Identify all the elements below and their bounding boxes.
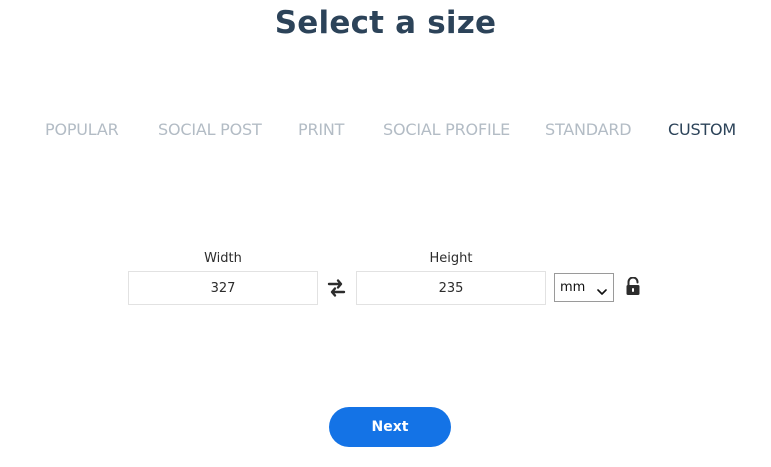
- chevron-down-icon: [597, 283, 607, 295]
- tab-custom[interactable]: CUSTOM: [668, 120, 736, 139]
- size-category-tabs: POPULAR SOCIAL POST PRINT SOCIAL PROFILE…: [0, 120, 771, 142]
- tab-standard[interactable]: STANDARD: [545, 120, 632, 139]
- swap-arrows-icon[interactable]: [326, 278, 347, 298]
- width-input[interactable]: [128, 271, 318, 305]
- unlocked-padlock-icon[interactable]: [625, 276, 641, 296]
- height-input[interactable]: [356, 271, 546, 305]
- height-label: Height: [429, 251, 473, 266]
- tab-print[interactable]: PRINT: [298, 120, 344, 139]
- page-title: Select a size: [274, 5, 497, 41]
- next-button[interactable]: Next: [329, 407, 451, 447]
- unit-select-value: mm: [560, 280, 586, 295]
- tab-popular[interactable]: POPULAR: [45, 120, 119, 139]
- width-label: Width: [204, 251, 242, 266]
- tab-social-profile[interactable]: SOCIAL PROFILE: [383, 120, 510, 139]
- tab-social-post[interactable]: SOCIAL POST: [158, 120, 262, 139]
- unit-select[interactable]: mm: [554, 273, 614, 302]
